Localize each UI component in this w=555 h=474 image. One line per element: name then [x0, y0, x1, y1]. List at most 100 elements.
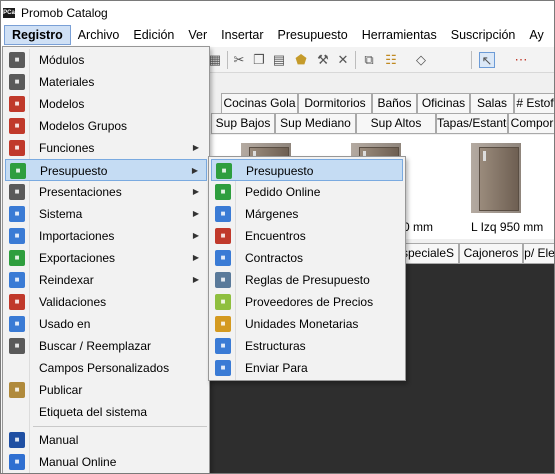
menu-presupuesto[interactable]: Presupuesto	[271, 25, 355, 45]
tab-sup-mediano[interactable]: Sup Mediano	[275, 113, 356, 134]
tab-sup-altos[interactable]: Sup Altos	[356, 113, 436, 134]
menu-item-validaciones[interactable]: ■ Validaciones	[5, 291, 207, 313]
hierarchy-icon[interactable]: ☷	[383, 52, 399, 68]
tab-speciales[interactable]: specialeS	[397, 243, 459, 264]
tab-p-ele[interactable]: p/ Ele	[523, 243, 554, 264]
menu-item-label: Usado en	[39, 317, 91, 331]
thumbnail-label: L Izq 950 mm	[471, 220, 544, 234]
copy-icon[interactable]: ❐	[251, 52, 267, 68]
tab-cocinas-gola[interactable]: Cocinas Gola	[221, 93, 298, 114]
menu-item-label: Encuentros	[245, 229, 306, 243]
menu-suscripcion[interactable]: Suscripción	[444, 25, 523, 45]
menu-edicion[interactable]: Edición	[126, 25, 181, 45]
menu-item-modelos-grupos[interactable]: ■ Modelos Grupos	[5, 115, 207, 137]
menu-ay[interactable]: Ay	[522, 25, 550, 45]
presentations-icon: ■	[9, 184, 25, 200]
menu-item-sistema[interactable]: ■ Sistema ▶	[5, 203, 207, 225]
menu-item-contractos[interactable]: ■ Contractos	[211, 247, 403, 269]
presupuesto-submenu: ■ Presupuesto ■ Pedido Online ■ Márgenes ■ Encu…	[208, 156, 406, 381]
hammer-icon[interactable]: ⚒	[315, 52, 331, 68]
menu-item-encuentros[interactable]: ■ Encuentros	[211, 225, 403, 247]
margins-icon: ■	[215, 206, 231, 222]
menu-item-reindexar[interactable]: ■ Reindexar ▶	[5, 269, 207, 291]
app-logo: PCa	[3, 8, 15, 18]
cut-icon[interactable]: ✂	[231, 52, 247, 68]
tab-sup-bajos[interactable]: Sup Bajos	[211, 113, 275, 134]
submenu-arrow-icon: ▶	[192, 231, 199, 240]
menu-archivo[interactable]: Archivo	[71, 25, 127, 45]
menu-item-label: Estructuras	[245, 339, 306, 353]
menu-item-label: Modelos	[39, 97, 85, 111]
menu-item-unidades-monetarias[interactable]: ■ Unidades Monetarias	[211, 313, 403, 335]
delete-icon[interactable]: ✕	[335, 52, 351, 68]
menu-item-label: Márgenes	[245, 207, 299, 221]
menu-ver[interactable]: Ver	[181, 25, 214, 45]
tab-dormitorios[interactable]: Dormitorios	[298, 93, 372, 114]
tab-cajoneros[interactable]: Cajoneros	[459, 243, 523, 264]
menu-item-publicar[interactable]: ■ Publicar	[5, 379, 207, 401]
menu-item-modulos[interactable]: ■ Módulos	[5, 49, 207, 71]
price-providers-icon: ■	[215, 294, 231, 310]
menu-item-campos-personalizados[interactable]: Campos Personalizados	[5, 357, 207, 379]
menu-registro[interactable]: Registro	[4, 25, 71, 45]
submenu-arrow-icon: ▶	[192, 209, 199, 218]
paste-icon[interactable]: ▤	[271, 52, 287, 68]
menu-item-presupuesto[interactable]: ■ Presupuesto ▶	[5, 159, 207, 181]
currency-units-icon: ■	[215, 316, 231, 332]
format-brush-icon[interactable]: ⬟	[293, 52, 309, 68]
menu-item-manual[interactable]: ■ Manual	[5, 429, 207, 451]
menu-herramientas[interactable]: Herramientas	[355, 25, 444, 45]
menu-item-label: Importaciones	[39, 229, 115, 243]
menu-item-label: Etiqueta del sistema	[39, 405, 148, 419]
menu-item-margenes[interactable]: ■ Márgenes	[211, 203, 403, 225]
toolbar-separator	[227, 51, 228, 69]
menu-item-presupuesto[interactable]: ■ Presupuesto	[211, 159, 403, 181]
menu-item-label: Presentaciones	[39, 185, 122, 199]
menu-item-estructuras[interactable]: ■ Estructuras	[211, 335, 403, 357]
menu-item-label: Contractos	[245, 251, 304, 265]
menu-item-materiales[interactable]: ■ Materiales	[5, 71, 207, 93]
menu-item-modelos[interactable]: ■ Modelos	[5, 93, 207, 115]
tab-salas[interactable]: Salas	[470, 93, 514, 114]
arrange-icon[interactable]: ⧉	[361, 52, 377, 68]
thumbnail-label: 0 mm	[403, 220, 433, 234]
menu-item-funciones[interactable]: ■ Funciones ▶	[5, 137, 207, 159]
menu-item-proveedores-de-precios[interactable]: ■ Proveedores de Precios	[211, 291, 403, 313]
pointer-icon[interactable]: ↖	[479, 52, 495, 68]
validations-icon: ■	[9, 294, 25, 310]
budget-rules-icon: ■	[215, 272, 231, 288]
menu-item-buscar-reemplazar[interactable]: ■ Buscar / Reemplazar	[5, 335, 207, 357]
budget-icon: ■	[10, 163, 26, 179]
menu-item-enviar-para[interactable]: ■ Enviar Para	[211, 357, 403, 379]
toolbar-separator	[471, 51, 472, 69]
menu-item-manual-online[interactable]: ■ Manual Online	[5, 451, 207, 473]
tab-estof[interactable]: # Estof	[514, 93, 554, 114]
app-title: Promob Catalog	[21, 6, 108, 20]
send-to-icon: ■	[215, 360, 231, 376]
tab-tapas-estantes[interactable]: Tapas/Estantes	[436, 113, 508, 134]
tab-compor[interactable]: Compor	[508, 113, 554, 134]
shape-icon[interactable]: ◇	[413, 52, 429, 68]
measure-icon[interactable]: ⋯	[513, 52, 529, 68]
menu-item-usado-en[interactable]: ■ Usado en	[5, 313, 207, 335]
submenu-arrow-icon: ▶	[192, 275, 199, 284]
tab-oficinas[interactable]: Oficinas	[417, 93, 470, 114]
app-window: PCa Promob Catalog Registro Archivo Edició…	[0, 0, 555, 474]
menu-item-etiqueta-del-sistema[interactable]: Etiqueta del sistema	[5, 401, 207, 423]
menu-item-pedido-online[interactable]: ■ Pedido Online	[211, 181, 403, 203]
menu-item-reglas-de-presupuesto[interactable]: ■ Reglas de Presupuesto	[211, 269, 403, 291]
menu-item-label: Reindexar	[39, 273, 94, 287]
functions-icon: ■	[9, 140, 25, 156]
menu-item-presentaciones[interactable]: ■ Presentaciones ▶	[5, 181, 207, 203]
menu-insertar[interactable]: Insertar	[214, 25, 270, 45]
cabinet-thumbnail[interactable]	[471, 143, 521, 213]
menu-item-label: Buscar / Reemplazar	[39, 339, 152, 353]
title-bar: PCa Promob Catalog	[1, 1, 554, 25]
menu-separator	[33, 426, 207, 427]
tab-banos[interactable]: Baños	[372, 93, 417, 114]
used-in-icon: ■	[9, 316, 25, 332]
import-icon: ■	[9, 228, 25, 244]
submenu-arrow-icon: ▶	[191, 166, 198, 175]
menu-item-importaciones[interactable]: ■ Importaciones ▶	[5, 225, 207, 247]
menu-item-exportaciones[interactable]: ■ Exportaciones ▶	[5, 247, 207, 269]
